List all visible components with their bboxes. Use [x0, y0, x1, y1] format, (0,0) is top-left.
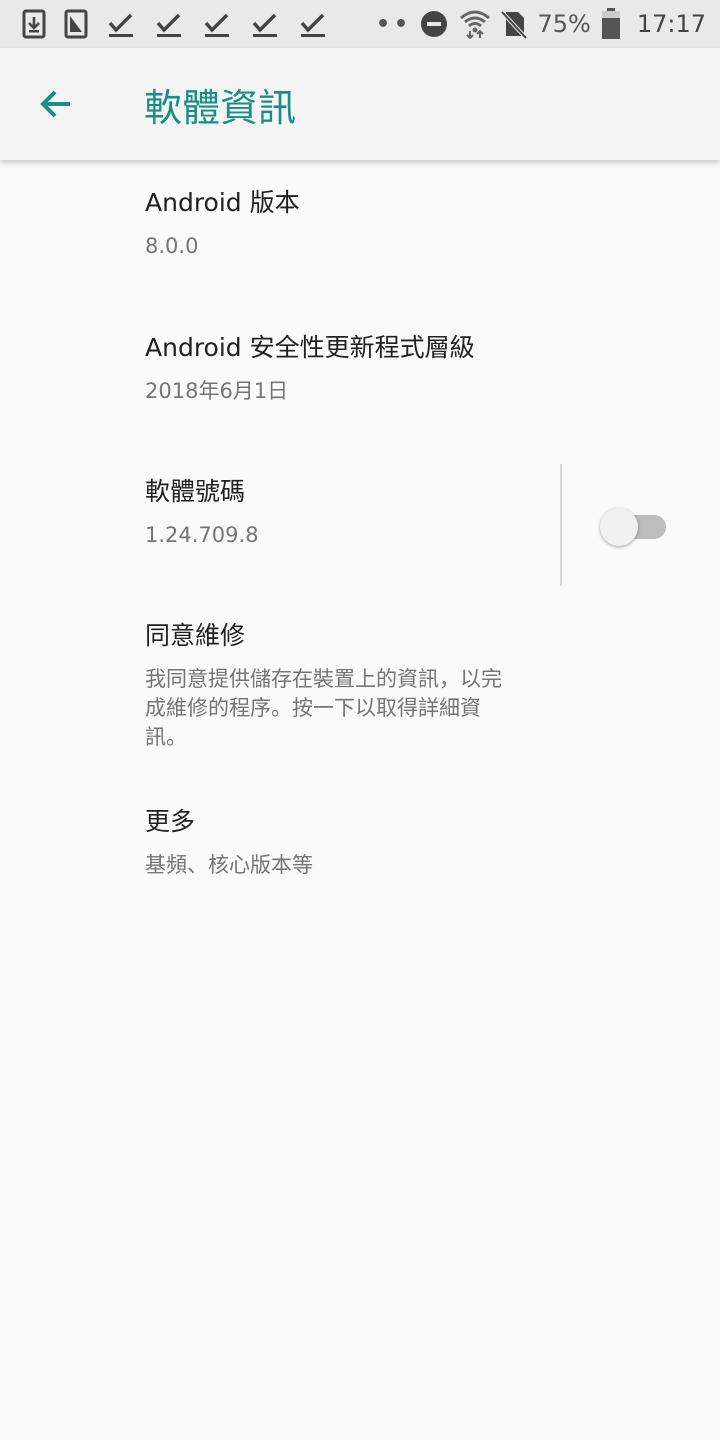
- system-icons: 75% 17:17: [419, 8, 706, 40]
- download-icon: [22, 9, 46, 39]
- arrow-back-icon: [40, 90, 70, 118]
- more-notifications-indicator: ••: [376, 11, 413, 37]
- check-icon: [154, 9, 184, 39]
- battery-percent: 75%: [537, 10, 591, 38]
- wifi-icon: [459, 9, 491, 39]
- page-title: 軟體資訊: [144, 85, 297, 130]
- battery-icon: [601, 8, 621, 40]
- screenshot-icon: [64, 9, 88, 39]
- clock: 17:17: [636, 10, 706, 38]
- check-icon: [202, 9, 232, 39]
- back-button[interactable]: [24, 72, 88, 136]
- item-summary: 基頻、核心版本等: [145, 853, 313, 877]
- check-icon: [106, 9, 136, 39]
- check-icon: [298, 9, 328, 39]
- switch-divider: [560, 464, 562, 586]
- item-summary: 2018年6月1日: [145, 379, 289, 403]
- item-title: 軟體號碼: [145, 477, 246, 506]
- check-icon: [250, 9, 280, 39]
- status-bar: •• 75% 17:17: [0, 0, 720, 48]
- item-summary: 我同意提供儲存在裝置上的資訊，以完成維修的程序。按一下以取得詳細資訊。: [145, 667, 502, 749]
- security-patch-item[interactable]: Android 安全性更新程式層級 2018年6月1日: [0, 305, 720, 449]
- repair-consent-item[interactable]: 同意維修 我同意提供儲存在裝置上的資訊，以完成維修的程序。按一下以取得詳細資訊。: [0, 593, 720, 779]
- no-sim-icon: [501, 9, 528, 39]
- item-title: Android 安全性更新程式層級: [145, 333, 475, 362]
- item-title: Android 版本: [145, 188, 300, 217]
- android-version-item[interactable]: Android 版本 8.0.0: [0, 160, 720, 305]
- item-title: 更多: [145, 807, 196, 836]
- notification-icons: ••: [22, 9, 412, 39]
- item-summary: 8.0.0: [145, 234, 199, 258]
- repair-consent-switch[interactable]: [600, 505, 668, 546]
- more-item[interactable]: 更多 基頻、核心版本等: [0, 779, 720, 889]
- switch-thumb: [600, 508, 638, 546]
- do-not-disturb-icon: [419, 9, 449, 39]
- item-title: 同意維修: [145, 621, 246, 650]
- app-bar: 軟體資訊: [0, 48, 720, 160]
